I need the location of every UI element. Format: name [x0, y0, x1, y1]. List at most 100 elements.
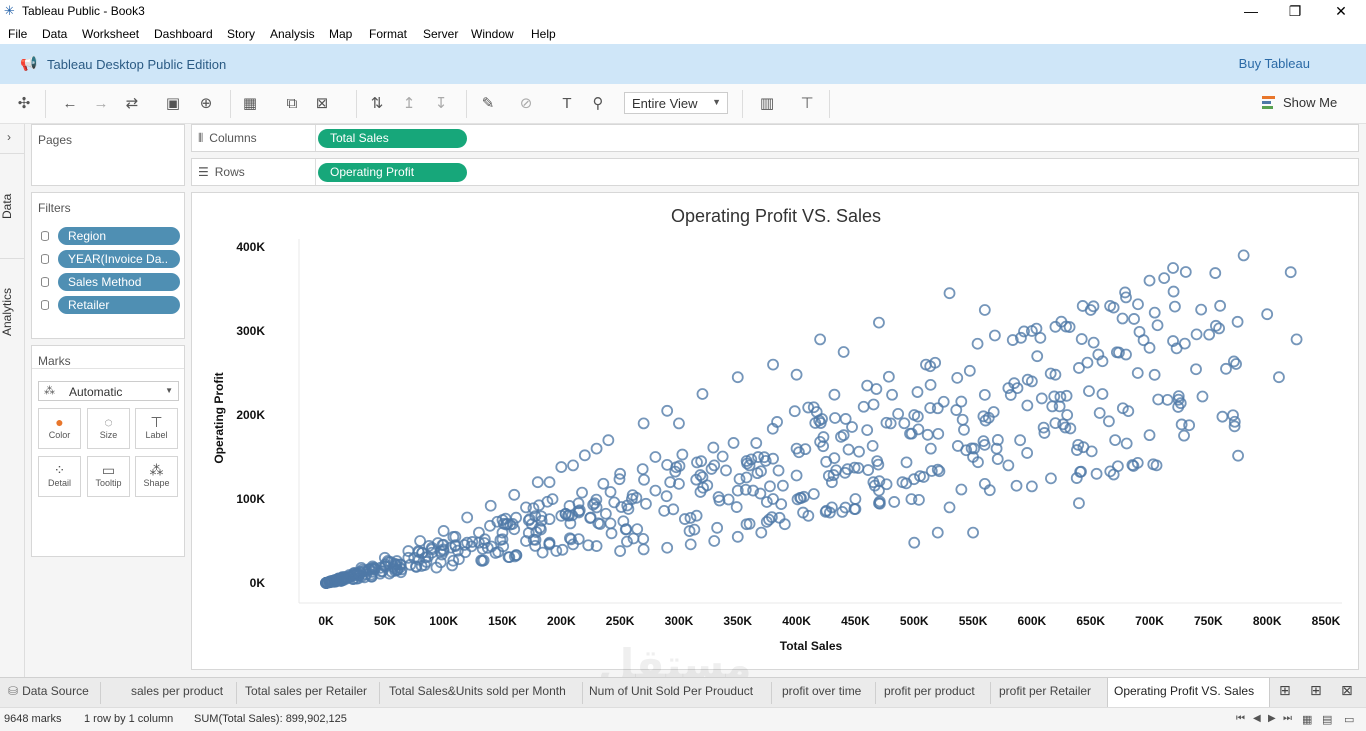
- attach-icon[interactable]: ⊘: [516, 94, 536, 114]
- scatter-point: [1143, 429, 1156, 442]
- fit-dropdown[interactable]: Entire View ▼: [624, 92, 728, 114]
- tableau-home-icon[interactable]: ✣: [14, 94, 34, 114]
- expand-chevron-icon[interactable]: ›: [7, 130, 11, 144]
- presentation-mode-icon[interactable]: ⊤: [797, 94, 817, 114]
- data-source-tab[interactable]: ⛁ Data Source: [8, 684, 89, 698]
- menu-story[interactable]: Story: [227, 27, 255, 41]
- filter-pill-year[interactable]: YEAR(Invoice Da..: [58, 250, 180, 268]
- rows-pill-operating-profit[interactable]: Operating Profit: [318, 163, 467, 182]
- menu-data[interactable]: Data: [42, 27, 67, 41]
- maximize-button[interactable]: ❐: [1272, 0, 1318, 22]
- filter-pill-sales-method[interactable]: Sales Method: [58, 273, 180, 291]
- sort-descending-icon[interactable]: ↧: [431, 94, 451, 114]
- scatter-point: [955, 483, 968, 496]
- title-bar: ✳ Tableau Public - Book3 — ❐ ✕: [0, 0, 1366, 22]
- columns-pill-total-sales[interactable]: Total Sales: [318, 129, 467, 148]
- analytics-tab[interactable]: Analytics: [0, 279, 25, 344]
- tooltip-button[interactable]: ▭ Tooltip: [87, 456, 130, 497]
- database-icon: ⛁: [8, 684, 19, 698]
- scatter-point: [543, 476, 556, 489]
- color-button[interactable]: ● Color: [38, 408, 81, 449]
- menu-analysis[interactable]: Analysis: [270, 27, 315, 41]
- filter-pill-retailer[interactable]: Retailer: [58, 296, 180, 314]
- menu-worksheet[interactable]: Worksheet: [82, 27, 139, 41]
- undo-icon[interactable]: ←: [60, 94, 80, 114]
- menu-file[interactable]: File: [8, 27, 27, 41]
- label-button[interactable]: ⊤ Label: [135, 408, 178, 449]
- next-sheet-icon[interactable]: ▶: [1268, 713, 1276, 724]
- last-sheet-icon[interactable]: ⏭: [1283, 713, 1292, 724]
- filter-pill-region[interactable]: Region: [58, 227, 180, 245]
- show-cards-icon[interactable]: ▥: [757, 94, 777, 114]
- text-icon[interactable]: T: [557, 94, 577, 114]
- scatter-point: [731, 530, 744, 543]
- sorter-icon[interactable]: ▦: [1302, 713, 1312, 726]
- new-worksheet-icon[interactable]: ▦: [240, 94, 260, 114]
- new-data-source-icon[interactable]: ⊕: [196, 94, 216, 114]
- replay-icon[interactable]: ⇄: [122, 94, 142, 114]
- scatter-point: [473, 526, 485, 539]
- menu-format[interactable]: Format: [369, 27, 407, 41]
- mark-type-dropdown[interactable]: ⁂ Automatic ▼: [38, 381, 179, 401]
- toolbar-separator: [466, 90, 467, 118]
- filters-title: Filters: [38, 201, 71, 215]
- database-icon: [41, 231, 49, 241]
- sheet-tab-profit-over-time[interactable]: profit over time: [782, 684, 861, 698]
- sort-ascending-icon[interactable]: ↥: [399, 94, 419, 114]
- swap-axes-icon[interactable]: ⇅: [367, 94, 387, 114]
- prev-sheet-icon[interactable]: ◀: [1253, 713, 1261, 724]
- sheet-tab-total-sales-per-retailer[interactable]: Total sales per Retailer: [245, 684, 367, 698]
- redo-icon[interactable]: →: [91, 94, 111, 114]
- scatter-point: [978, 388, 991, 401]
- rows-shelf[interactable]: ☰ Rows Operating Profit: [191, 158, 1359, 186]
- minimize-button[interactable]: —: [1228, 0, 1274, 22]
- show-me-icon[interactable]: [1262, 95, 1276, 111]
- highlight-icon[interactable]: ✎: [478, 94, 498, 114]
- save-icon[interactable]: ▣: [163, 94, 183, 114]
- show-me-button[interactable]: Show Me: [1283, 95, 1337, 110]
- shape-button[interactable]: ⁂ Shape: [135, 456, 178, 497]
- scatter-point: [576, 486, 588, 499]
- scatter-point: [958, 423, 970, 436]
- menu-dashboard[interactable]: Dashboard: [154, 27, 213, 41]
- tabs-view-icon[interactable]: ▭: [1344, 713, 1354, 726]
- new-worksheet-tab-icon[interactable]: ⊞: [1279, 682, 1291, 699]
- sheet-tab-total-sales-units-month[interactable]: Total Sales&Units sold per Month: [389, 684, 566, 698]
- detail-button[interactable]: ⁘ Detail: [38, 456, 81, 497]
- scatter-point: [1034, 331, 1047, 344]
- pages-shelf[interactable]: Pages: [31, 124, 185, 186]
- sheet-tab-sales-per-product[interactable]: sales per product: [131, 684, 223, 698]
- sheet-tab-num-units-per-product[interactable]: Num of Unit Sold Per Prouduct: [589, 684, 753, 698]
- scatter-point: [788, 405, 801, 418]
- sheet-tab-profit-per-retailer[interactable]: profit per Retailer: [999, 684, 1091, 698]
- scatter-chart[interactable]: Operating Profit VS. Sales Operating Pro…: [192, 193, 1358, 669]
- x-tick-label: 150K: [488, 614, 517, 628]
- data-tab[interactable]: Data: [0, 184, 25, 229]
- menu-map[interactable]: Map: [329, 27, 352, 41]
- filmstrip-icon[interactable]: ▤: [1322, 713, 1332, 726]
- scatter-point: [661, 541, 674, 554]
- new-dashboard-tab-icon[interactable]: ⊞: [1310, 682, 1322, 699]
- scatter-point: [861, 424, 874, 437]
- scatter-point: [1220, 362, 1232, 375]
- scatter-point: [673, 417, 685, 430]
- buy-tableau-link[interactable]: Buy Tableau: [1239, 56, 1310, 71]
- rows-icon: ☰: [198, 165, 209, 179]
- menu-window[interactable]: Window: [471, 27, 514, 41]
- scatter-point: [873, 316, 885, 329]
- size-button[interactable]: ◌ Size: [87, 408, 130, 449]
- sheet-tab-active[interactable]: Operating Profit VS. Sales: [1107, 678, 1270, 707]
- clear-sheet-icon[interactable]: ⊠: [312, 94, 332, 114]
- new-story-tab-icon[interactable]: ⊠: [1341, 682, 1353, 699]
- viz-area[interactable]: Operating Profit VS. Sales Operating Pro…: [191, 192, 1359, 670]
- menu-help[interactable]: Help: [531, 27, 556, 41]
- duplicate-sheet-icon[interactable]: ⧉: [282, 94, 302, 114]
- close-button[interactable]: ✕: [1318, 0, 1364, 22]
- x-tick-label: 450K: [841, 614, 870, 628]
- scatter-point: [461, 511, 474, 524]
- pin-icon[interactable]: ⚲: [588, 94, 608, 114]
- menu-server[interactable]: Server: [423, 27, 458, 41]
- columns-shelf[interactable]: ⦀ Columns Total Sales: [191, 124, 1359, 152]
- sheet-tab-profit-per-product[interactable]: profit per product: [884, 684, 975, 698]
- first-sheet-icon[interactable]: ⏮: [1236, 713, 1245, 724]
